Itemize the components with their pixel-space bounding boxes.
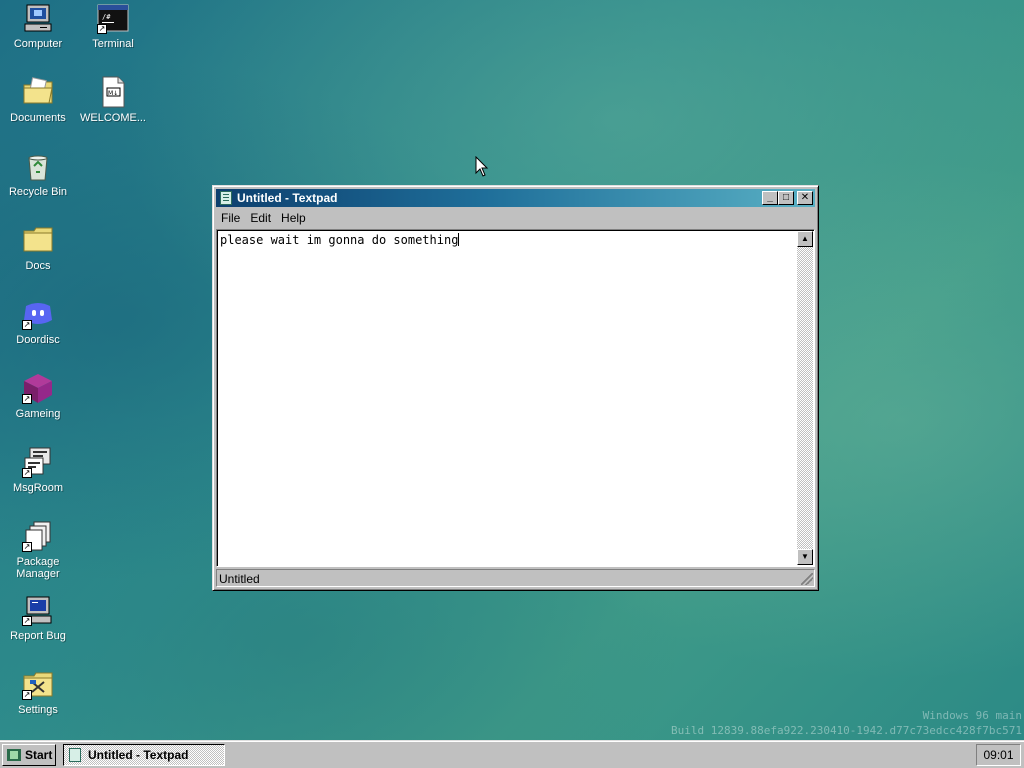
- textpad-window[interactable]: Untitled - Textpad _ □ ✕ File Edit Help pl…: [212, 185, 819, 591]
- desktop: Computer /# ↗ Terminal Documents M↓ WELC…: [0, 0, 1024, 740]
- folder-icon: [22, 224, 54, 256]
- recycle-bin-icon: [22, 150, 54, 182]
- mouse-pointer-icon: [475, 155, 489, 181]
- status-bar: Untitled: [216, 569, 815, 587]
- menu-file[interactable]: File: [216, 209, 245, 227]
- desktop-icon-report-bug[interactable]: ↗ Report Bug: [0, 594, 76, 642]
- textpad-icon: [69, 748, 81, 762]
- markdown-file-icon: M↓: [97, 76, 129, 108]
- desktop-icon-computer[interactable]: Computer: [0, 2, 76, 50]
- vertical-scrollbar[interactable]: ▲ ▼: [797, 231, 813, 565]
- scroll-down-arrow-icon[interactable]: ▼: [797, 549, 813, 565]
- scroll-up-arrow-icon[interactable]: ▲: [797, 231, 813, 247]
- msgroom-icon: ↗: [22, 446, 54, 478]
- menu-edit[interactable]: Edit: [245, 209, 276, 227]
- report-bug-icon: ↗: [22, 594, 54, 626]
- text-editor[interactable]: please wait im gonna do something ▲ ▼: [216, 229, 815, 567]
- documents-folder-icon: [22, 76, 54, 108]
- taskbar-item-textpad[interactable]: Untitled - Textpad: [63, 744, 225, 766]
- svg-text:/#: /#: [102, 13, 111, 21]
- menu-help[interactable]: Help: [276, 209, 311, 227]
- terminal-icon: /# ↗: [97, 2, 129, 34]
- window-titlebar[interactable]: Untitled - Textpad _ □ ✕: [216, 189, 815, 207]
- game-cube-icon: ↗: [22, 372, 54, 404]
- close-button[interactable]: ✕: [797, 191, 813, 205]
- desktop-icon-settings[interactable]: ↗ Settings: [0, 668, 76, 716]
- minimize-button[interactable]: _: [762, 191, 778, 205]
- desktop-icon-gameing[interactable]: ↗ Gameing: [0, 372, 76, 420]
- desktop-icon-documents[interactable]: Documents: [0, 76, 76, 124]
- start-button[interactable]: Start: [2, 744, 56, 766]
- editor-content: please wait im gonna do something: [220, 233, 459, 247]
- start-logo-icon: [7, 749, 21, 761]
- desktop-icon-package-manager[interactable]: ↗ Package Manager: [0, 520, 76, 580]
- build-watermark: Windows 96 main Build 12839.88efa922.230…: [671, 708, 1022, 738]
- desktop-icon-docs[interactable]: Docs: [0, 224, 76, 272]
- resize-grip-icon[interactable]: [801, 573, 813, 585]
- desktop-icon-msgroom[interactable]: ↗ MsgRoom: [0, 446, 76, 494]
- desktop-icon-recycle-bin[interactable]: Recycle Bin: [0, 150, 76, 198]
- window-title: Untitled - Textpad: [237, 191, 338, 205]
- watermark-line-1: Windows 96 main: [922, 709, 1022, 722]
- desktop-icon-terminal[interactable]: /# ↗ Terminal: [75, 2, 151, 50]
- textpad-icon: [220, 191, 232, 205]
- desktop-icon-doordisc[interactable]: ↗ Doordisc: [0, 298, 76, 346]
- system-tray-clock[interactable]: 09:01: [976, 744, 1021, 766]
- menubar: File Edit Help: [216, 209, 815, 227]
- watermark-line-2: Build 12839.88efa922.230410-1942.d77c73e…: [671, 724, 1022, 737]
- computer-icon: [22, 2, 54, 34]
- desktop-icon-welcome[interactable]: M↓ WELCOME...: [75, 76, 151, 124]
- doordisc-icon: ↗: [22, 298, 54, 330]
- svg-text:M↓: M↓: [108, 90, 118, 97]
- package-manager-icon: ↗: [22, 520, 54, 552]
- taskbar: Start Untitled - Textpad 09:01: [0, 740, 1024, 768]
- text-caret: [458, 233, 460, 246]
- settings-icon: ↗: [22, 668, 54, 700]
- status-text: Untitled: [219, 572, 260, 586]
- maximize-button[interactable]: □: [778, 191, 794, 205]
